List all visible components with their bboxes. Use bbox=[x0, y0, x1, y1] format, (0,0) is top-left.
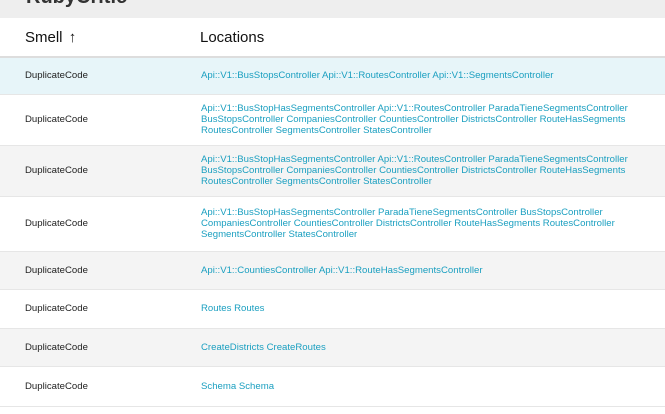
smells-table-container: Smell ↑ Locations DuplicateCode Api::V1:… bbox=[0, 18, 665, 407]
smell-cell: DuplicateCode bbox=[0, 57, 200, 95]
smell-cell: DuplicateCode bbox=[0, 94, 200, 146]
table-row: DuplicateCode Api::V1::BusStopsControlle… bbox=[0, 57, 665, 95]
sort-ascending-icon: ↑ bbox=[68, 28, 77, 46]
smell-cell: DuplicateCode bbox=[0, 328, 200, 367]
smell-cell: DuplicateCode bbox=[0, 366, 200, 407]
smell-cell: DuplicateCode bbox=[0, 289, 200, 329]
smell-cell: DuplicateCode bbox=[0, 196, 200, 252]
smell-column-header[interactable]: Smell ↑ bbox=[0, 18, 200, 57]
table-row: DuplicateCode Api::V1::CountiesControlle… bbox=[0, 251, 665, 290]
page-title: RubyCritic bbox=[26, 0, 127, 9]
location-link[interactable]: Api::V1::BusStopHasSegmentsController Ap… bbox=[201, 154, 628, 187]
location-link[interactable]: Api::V1::BusStopHasSegmentsController Pa… bbox=[201, 207, 615, 240]
locations-column-header[interactable]: Locations bbox=[200, 18, 665, 57]
smell-cell: DuplicateCode bbox=[0, 251, 200, 290]
smell-header-label: Smell bbox=[25, 28, 63, 46]
location-link[interactable]: Api::V1::CountiesController Api::V1::Rou… bbox=[201, 265, 483, 276]
location-link[interactable]: Routes Routes bbox=[201, 303, 264, 314]
table-row: DuplicateCode Routes Routes bbox=[0, 289, 665, 329]
smells-table: Smell ↑ Locations DuplicateCode Api::V1:… bbox=[0, 18, 665, 407]
table-row: DuplicateCode CreateDistricts CreateRout… bbox=[0, 328, 665, 367]
table-row: DuplicateCode Schema Schema bbox=[0, 366, 665, 407]
table-row: DuplicateCode Api::V1::BusStopHasSegment… bbox=[0, 145, 665, 197]
location-link[interactable]: Api::V1::BusStopHasSegmentsController Ap… bbox=[201, 103, 628, 136]
location-link[interactable]: Api::V1::BusStopsController Api::V1::Rou… bbox=[201, 70, 553, 81]
table-row: DuplicateCode Api::V1::BusStopHasSegment… bbox=[0, 94, 665, 146]
table-row: DuplicateCode Api::V1::BusStopHasSegment… bbox=[0, 196, 665, 252]
table-header-row: Smell ↑ Locations bbox=[0, 18, 665, 57]
smell-cell: DuplicateCode bbox=[0, 145, 200, 197]
page-header: RubyCritic bbox=[0, 0, 665, 18]
location-link[interactable]: CreateDistricts CreateRoutes bbox=[201, 342, 326, 353]
locations-header-label: Locations bbox=[200, 28, 265, 46]
location-link[interactable]: Schema Schema bbox=[201, 381, 274, 392]
